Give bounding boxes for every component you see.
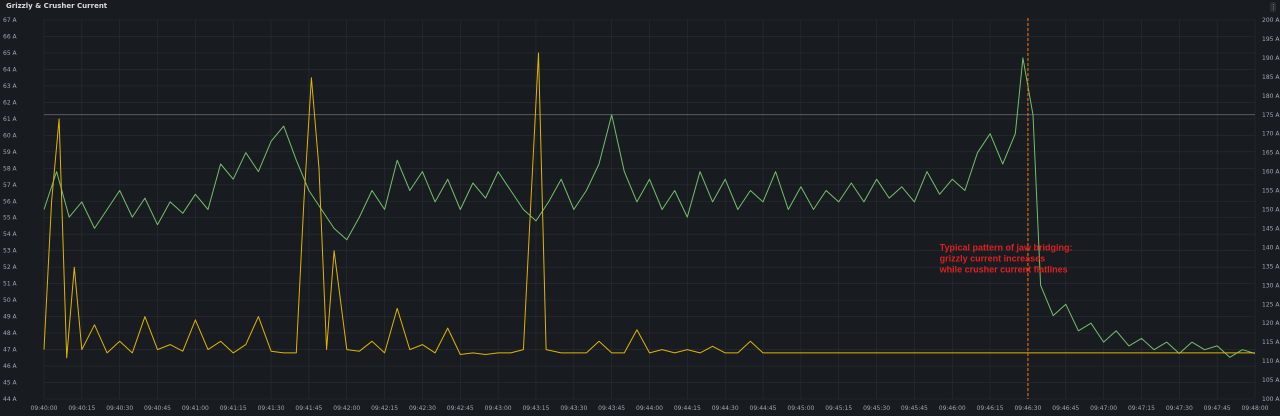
chart-svg: 44 A 45 A 46 A 47 A 48 A 49 A 50 A 51 A 52 A 53 A… <box>3 17 1280 412</box>
y-right-tick-label: 100 A <box>1262 396 1280 403</box>
x-tick-label: 09:47:30 <box>1166 405 1193 412</box>
x-tick-label: 09:43:30 <box>560 405 587 412</box>
y-right-tick-label: 105 A <box>1262 377 1280 384</box>
y-right-tick-label: 175 A <box>1262 112 1280 119</box>
y-left-tick-label: 51 A <box>3 281 18 288</box>
y-left-tick-label: 48 A <box>3 330 18 337</box>
y-right-tick-label: 110 A <box>1262 358 1280 365</box>
x-tick-label: 09:47:15 <box>1128 405 1155 412</box>
y-left-tick-label: 50 A <box>3 297 18 304</box>
x-tick-label: 09:40:45 <box>144 405 171 412</box>
y-left-tick-label: 52 A <box>3 264 18 271</box>
x-tick-label: 09:41:00 <box>182 405 209 412</box>
y-right-tick-label: 120 A <box>1262 320 1280 327</box>
y-left-tick-label: 57 A <box>3 182 18 189</box>
y-left-tick-label: 60 A <box>3 132 18 139</box>
y-left-tick-label: 59 A <box>3 149 18 156</box>
x-tick-label: 09:46:00 <box>939 405 966 412</box>
y-left-tick-label: 67 A <box>3 17 18 24</box>
annotation-text: grizzly current increases <box>940 254 1046 264</box>
y-left-tick-label: 56 A <box>3 198 18 205</box>
x-tick-label: 09:46:15 <box>977 405 1004 412</box>
x-tick-label: 09:42:30 <box>409 405 436 412</box>
y-right-tick-label: 185 A <box>1262 74 1280 81</box>
x-tick-label: 09:45:00 <box>787 405 814 412</box>
y-right-tick-label: 170 A <box>1262 131 1280 138</box>
y-left-tick-label: 61 A <box>3 116 18 123</box>
y-right-tick-label: 115 A <box>1262 339 1280 346</box>
x-tick-label: 09:43:15 <box>522 405 549 412</box>
x-tick-label: 09:40:15 <box>68 405 95 412</box>
x-tick-label: 09:45:15 <box>825 405 852 412</box>
y-left-tick-label: 49 A <box>3 314 18 321</box>
y-right-tick-label: 180 A <box>1262 93 1280 100</box>
y-left-tick-label: 58 A <box>3 165 18 172</box>
y-left-tick-label: 65 A <box>3 50 18 57</box>
x-tick-label: 09:45:30 <box>863 405 890 412</box>
x-tick-label: 09:45:45 <box>901 405 928 412</box>
x-tick-label: 09:42:00 <box>333 405 360 412</box>
x-tick-label: 09:43:45 <box>598 405 625 412</box>
x-tick-label: 09:44:00 <box>636 405 663 412</box>
y-right-tick-label: 195 A <box>1262 36 1280 43</box>
y-left-tick-label: 47 A <box>3 347 18 354</box>
x-tick-label: 09:44:45 <box>750 405 777 412</box>
x-tick-label: 09:46:30 <box>1014 405 1041 412</box>
y-left-tick-label: 46 A <box>3 363 18 370</box>
y-right-tick-label: 155 A <box>1262 188 1280 195</box>
x-tick-label: 09:40:30 <box>106 405 133 412</box>
y-left-tick-label: 45 A <box>3 380 18 387</box>
x-tick-label: 09:48:00 <box>1242 405 1269 412</box>
x-tick-label: 09:42:15 <box>371 405 398 412</box>
y-left-tick-label: 62 A <box>3 99 18 106</box>
y-left-tick-label: 63 A <box>3 83 18 90</box>
annotation-text: while crusher current flatlines <box>939 265 1068 275</box>
y-left-tick-label: 66 A <box>3 33 18 40</box>
x-tick-label: 09:41:45 <box>295 405 322 412</box>
y-right-tick-label: 190 A <box>1262 55 1280 62</box>
chart-panel: Grizzly & Crusher Current ⋮ 44 A 45 A 46 A… <box>0 0 1280 416</box>
y-left-tick-label: 55 A <box>3 215 18 222</box>
x-tick-label: 09:41:15 <box>220 405 247 412</box>
y-right-tick-label: 125 A <box>1262 301 1280 308</box>
x-tick-label: 09:41:30 <box>258 405 285 412</box>
y-right-tick-label: 150 A <box>1262 207 1280 214</box>
x-tick-label: 09:47:45 <box>1204 405 1231 412</box>
x-tick-label: 09:44:30 <box>712 405 739 412</box>
y-right-tick-label: 140 A <box>1262 244 1280 251</box>
y-left-tick-label: 64 A <box>3 66 18 73</box>
y-left-tick-label: 54 A <box>3 231 18 238</box>
x-tick-label: 09:42:45 <box>447 405 474 412</box>
y-right-tick-label: 200 A <box>1262 17 1280 24</box>
x-tick-label: 09:43:00 <box>485 405 512 412</box>
y-left-tick-label: 53 A <box>3 248 18 255</box>
y-right-tick-label: 165 A <box>1262 150 1280 157</box>
y-right-tick-label: 160 A <box>1262 169 1280 176</box>
x-tick-label: 09:44:15 <box>674 405 701 412</box>
y-right-tick-label: 145 A <box>1262 225 1280 232</box>
x-tick-label: 09:40:00 <box>31 405 58 412</box>
y-right-tick-label: 135 A <box>1262 263 1280 270</box>
x-tick-label: 09:46:45 <box>1052 405 1079 412</box>
y-right-tick-label: 130 A <box>1262 282 1280 289</box>
annotation-text: Typical pattern of jaw bridging: <box>940 243 1073 253</box>
x-tick-label: 09:47:00 <box>1090 405 1117 412</box>
y-left-tick-label: 44 A <box>3 396 18 403</box>
